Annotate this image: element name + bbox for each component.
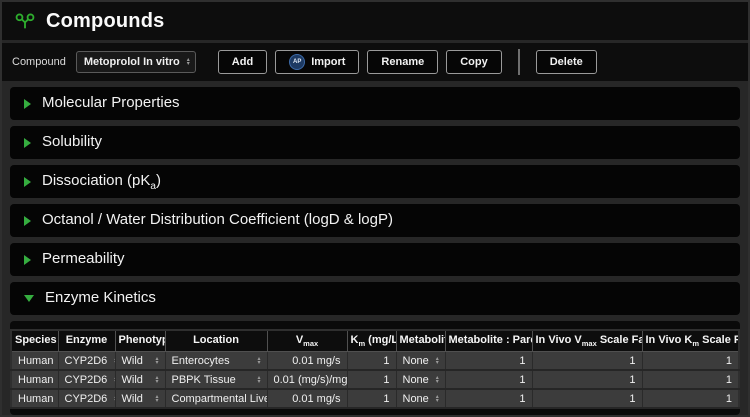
- enzyme-select[interactable]: CYP2D6: [58, 370, 115, 389]
- col-metabolite: Metabolite: [396, 330, 445, 352]
- rename-button[interactable]: Rename: [367, 50, 438, 74]
- chevron-down-icon: [24, 295, 34, 302]
- table-header-row: Species Enzyme Phenotype Location Vmax K…: [11, 330, 739, 352]
- section-octanol-water[interactable]: Octanol / Water Distribution Coefficient…: [10, 204, 740, 237]
- chevron-right-icon: [24, 177, 31, 187]
- vmax-field[interactable]: 0.01 mg/s: [267, 389, 347, 408]
- section-label: Enzyme Kinetics: [45, 289, 156, 309]
- table-row: Human CYP2D6 Wild Enterocytes 0.01 mg/s …: [11, 352, 739, 371]
- phenotype-select[interactable]: Wild: [115, 352, 165, 371]
- section-label: Octanol / Water Distribution Coefficient…: [42, 211, 393, 231]
- chevron-right-icon: [24, 138, 31, 148]
- cell-stepper-icon[interactable]: [436, 376, 439, 384]
- compound-toolbar: Compound Metoprolol In vitro Add AP Impo…: [2, 43, 748, 81]
- delete-button[interactable]: Delete: [536, 50, 597, 74]
- metabolite-select[interactable]: None: [396, 352, 445, 371]
- km-field[interactable]: 1: [347, 370, 396, 389]
- cell-stepper-icon[interactable]: [257, 376, 260, 384]
- cell-stepper-icon[interactable]: [155, 395, 158, 403]
- species-select[interactable]: Human: [11, 389, 58, 408]
- km-field[interactable]: 1: [347, 352, 396, 371]
- chevron-right-icon: [24, 216, 31, 226]
- chevron-right-icon: [24, 99, 31, 109]
- add-button[interactable]: Add: [218, 50, 267, 74]
- page-title: Compounds: [46, 10, 164, 33]
- ap-logo-icon: AP: [289, 54, 305, 70]
- metabolite-parent-field[interactable]: 1: [445, 389, 532, 408]
- species-select[interactable]: Human: [11, 352, 58, 371]
- species-select[interactable]: Human: [11, 370, 58, 389]
- section-solubility[interactable]: Solubility: [10, 126, 740, 159]
- col-vmax: Vmax: [267, 330, 347, 352]
- section-label: Solubility: [42, 133, 102, 153]
- compound-select-stepper-icon[interactable]: [187, 58, 190, 66]
- section-label: Dissociation (pKa): [42, 172, 161, 192]
- enzyme-select[interactable]: CYP2D6: [58, 352, 115, 371]
- page-header: Compounds: [2, 2, 748, 40]
- metabolite-parent-field[interactable]: 1: [445, 352, 532, 371]
- cell-stepper-icon[interactable]: [257, 357, 260, 365]
- section-label: Molecular Properties: [42, 94, 180, 114]
- rename-button-label: Rename: [381, 56, 424, 68]
- copy-button-label: Copy: [460, 56, 488, 68]
- copy-button[interactable]: Copy: [446, 50, 502, 74]
- phenotype-select[interactable]: Wild: [115, 370, 165, 389]
- location-select[interactable]: Enterocytes: [165, 352, 267, 371]
- invivo-km-sf-field[interactable]: 1: [642, 389, 739, 408]
- import-button[interactable]: AP Import: [275, 50, 359, 74]
- invivo-km-sf-field[interactable]: 1: [642, 352, 739, 371]
- col-invivo-vmax-sf: In Vivo Vmax Scale Factor: [532, 330, 642, 352]
- cell-stepper-icon[interactable]: [436, 357, 439, 365]
- invivo-vmax-sf-field[interactable]: 1: [532, 352, 642, 371]
- section-molecular-properties[interactable]: Molecular Properties: [10, 87, 740, 120]
- invivo-vmax-sf-field[interactable]: 1: [532, 389, 642, 408]
- compound-molecule-icon: [14, 10, 36, 32]
- metabolite-select[interactable]: None: [396, 389, 445, 408]
- section-permeability[interactable]: Permeability: [10, 243, 740, 276]
- col-location: Location: [165, 330, 267, 352]
- vmax-field[interactable]: 0.01 mg/s: [267, 352, 347, 371]
- toolbar-divider: [518, 49, 520, 75]
- col-km: Km (mg/L): [347, 330, 396, 352]
- vmax-field[interactable]: 0.01 (mg/s)/mg: [267, 370, 347, 389]
- col-metabolite-parent: Metabolite : Parent: [445, 330, 532, 352]
- section-label: Permeability: [42, 250, 125, 270]
- metabolite-select[interactable]: None: [396, 370, 445, 389]
- metabolite-parent-field[interactable]: 1: [445, 370, 532, 389]
- app-window: Compounds Compound Metoprolol In vitro A…: [0, 0, 750, 417]
- col-phenotype: Phenotype: [115, 330, 165, 352]
- cell-stepper-icon[interactable]: [155, 357, 158, 365]
- phenotype-select[interactable]: Wild: [115, 389, 165, 408]
- section-dissociation[interactable]: Dissociation (pKa): [10, 165, 740, 198]
- location-select[interactable]: PBPK Tissue: [165, 370, 267, 389]
- compound-select[interactable]: Metoprolol In vitro: [76, 51, 196, 73]
- col-invivo-km-sf: In Vivo Km Scale Factor: [642, 330, 739, 352]
- enzyme-kinetics-panel: Species Enzyme Phenotype Location Vmax K…: [10, 321, 740, 415]
- table-row: Human CYP2D6 Wild PBPK Tissue 0.01 (mg/s…: [11, 370, 739, 389]
- invivo-km-sf-field[interactable]: 1: [642, 370, 739, 389]
- import-button-label: Import: [311, 56, 345, 68]
- sections-container: Molecular Properties Solubility Dissocia…: [2, 81, 748, 415]
- location-select[interactable]: Compartmental Liver: [165, 389, 267, 408]
- col-species: Species: [11, 330, 58, 352]
- chevron-right-icon: [24, 255, 31, 265]
- enzyme-kinetics-table: Species Enzyme Phenotype Location Vmax K…: [10, 329, 740, 409]
- cell-stepper-icon[interactable]: [436, 395, 439, 403]
- compound-label: Compound: [12, 56, 66, 68]
- compound-select-value: Metoprolol In vitro: [84, 56, 180, 68]
- cell-stepper-icon[interactable]: [155, 376, 158, 384]
- section-enzyme-kinetics[interactable]: Enzyme Kinetics: [10, 282, 740, 315]
- enzyme-select[interactable]: CYP2D6: [58, 389, 115, 408]
- col-enzyme: Enzyme: [58, 330, 115, 352]
- add-button-label: Add: [232, 56, 253, 68]
- delete-button-label: Delete: [550, 56, 583, 68]
- table-row: Human CYP2D6 Wild Compartmental Liver 0.…: [11, 389, 739, 408]
- invivo-vmax-sf-field[interactable]: 1: [532, 370, 642, 389]
- km-field[interactable]: 1: [347, 389, 396, 408]
